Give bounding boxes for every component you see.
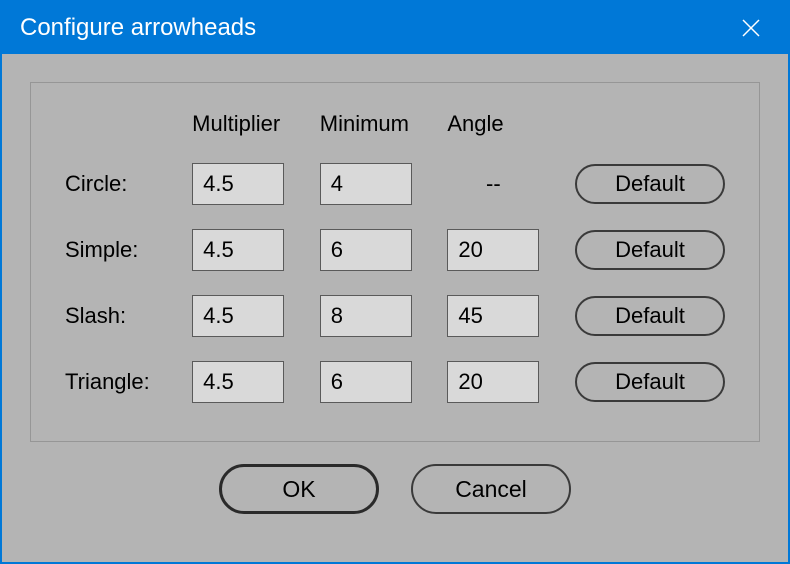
circle-angle-na: -- [447,171,539,197]
circle-default-button[interactable]: Default [575,164,725,204]
titlebar: Configure arrowheads [2,2,788,54]
content-area: Multiplier Minimum Angle Circle: -- Defa… [2,54,788,562]
table-row: Circle: -- Default [65,163,725,229]
table-row: Slash: Default [65,295,725,361]
triangle-default-button[interactable]: Default [575,362,725,402]
table-row: Triangle: Default [65,361,725,403]
close-icon [741,18,761,38]
row-label-simple: Simple: [65,229,192,295]
close-button[interactable] [730,7,772,49]
row-label-circle: Circle: [65,163,192,229]
dialog-button-row: OK Cancel [30,464,760,514]
slash-default-button[interactable]: Default [575,296,725,336]
window-title: Configure arrowheads [20,14,256,42]
circle-multiplier-input[interactable] [192,163,284,205]
simple-multiplier-input[interactable] [192,229,284,271]
header-angle: Angle [447,111,575,163]
simple-minimum-input[interactable] [320,229,412,271]
row-label-slash: Slash: [65,295,192,361]
circle-minimum-input[interactable] [320,163,412,205]
row-label-triangle: Triangle: [65,361,192,403]
triangle-multiplier-input[interactable] [192,361,284,403]
cancel-button[interactable]: Cancel [411,464,571,514]
table-row: Simple: Default [65,229,725,295]
simple-angle-input[interactable] [447,229,539,271]
triangle-angle-input[interactable] [447,361,539,403]
slash-multiplier-input[interactable] [192,295,284,337]
header-multiplier: Multiplier [192,111,320,163]
arrowheads-groupbox: Multiplier Minimum Angle Circle: -- Defa… [30,82,760,442]
arrowheads-table: Multiplier Minimum Angle Circle: -- Defa… [65,111,725,403]
slash-angle-input[interactable] [447,295,539,337]
header-minimum: Minimum [320,111,448,163]
simple-default-button[interactable]: Default [575,230,725,270]
slash-minimum-input[interactable] [320,295,412,337]
triangle-minimum-input[interactable] [320,361,412,403]
ok-button[interactable]: OK [219,464,379,514]
configure-arrowheads-dialog: Configure arrowheads Multiplier Minimum … [0,0,790,564]
